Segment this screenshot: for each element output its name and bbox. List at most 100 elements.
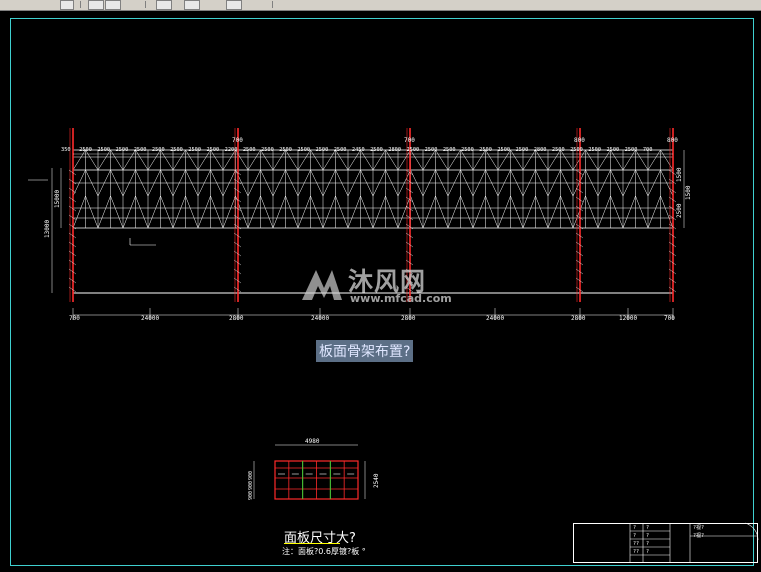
truss-diagonal <box>460 149 474 171</box>
watermark: 沐风网 www.mfcad.com <box>298 260 468 312</box>
truss-diagonal <box>647 195 661 229</box>
truss-diagonal <box>660 149 674 171</box>
top-dimension-label: 2500 <box>497 147 510 153</box>
post-top-label: 700 <box>232 137 243 144</box>
truss-diagonal <box>347 195 361 229</box>
panel-left-dimension: 900 <box>248 471 254 480</box>
truss-diagonal <box>147 195 161 229</box>
top-dimension-label: 2500 <box>606 147 619 153</box>
truss-diagonal <box>647 149 661 171</box>
top-dimension-label: 2500 <box>79 147 92 153</box>
truss-diagonal <box>310 149 324 171</box>
right-dimension-label: 1500 <box>676 167 683 182</box>
top-dimension-label: 2200 <box>225 147 238 153</box>
bottom-dimension-label: 24000 <box>486 315 504 322</box>
truss-diagonal <box>197 149 211 171</box>
top-dimension-label: 2450 <box>352 147 365 153</box>
title-block <box>573 523 758 563</box>
truss-diagonal <box>372 195 386 229</box>
truss-diagonal <box>110 149 124 171</box>
truss-diagonal <box>260 149 274 171</box>
truss-diagonal <box>622 195 636 229</box>
truss-diagonal <box>410 195 424 229</box>
truss-diagonal <box>497 149 511 171</box>
truss-diagonal <box>535 195 549 229</box>
truss-diagonal <box>522 149 536 171</box>
top-dimension-label: 2800 <box>388 147 401 153</box>
bottom-dimension-label: 2800 <box>229 315 244 322</box>
truss-diagonal <box>72 149 86 171</box>
bottom-dimension-label: 700 <box>664 315 675 322</box>
truss-diagonal <box>372 149 386 171</box>
truss-diagonal <box>272 149 286 171</box>
truss-diagonal <box>422 149 436 171</box>
truss-diagonal <box>310 195 324 229</box>
truss-diagonal <box>197 195 211 229</box>
truss-diagonal <box>447 149 461 171</box>
truss-diagonal <box>635 195 649 229</box>
truss-diagonal <box>385 195 399 229</box>
top-dimension-label: 2500 <box>134 147 147 153</box>
panel-left-dimension: 900 <box>248 481 254 490</box>
truss-diagonal <box>185 195 199 229</box>
truss-diagonal <box>435 195 449 229</box>
top-dimension-label: 350 <box>61 147 71 153</box>
truss-diagonal <box>485 149 499 171</box>
truss-diagonal <box>247 195 261 229</box>
truss-diagonal <box>210 195 224 229</box>
top-dimension-label: 2500 <box>170 147 183 153</box>
watermark-logo-icon <box>302 270 342 300</box>
truss-diagonal <box>172 149 186 171</box>
truss-diagonal <box>622 149 636 171</box>
truss-diagonal <box>460 195 474 229</box>
truss-diagonal <box>610 149 624 171</box>
panel-left-dimension: 900 <box>248 491 254 500</box>
truss-diagonal <box>535 149 549 171</box>
bottom-dimension-label: 12000 <box>619 315 637 322</box>
watermark-url: www.mfcad.com <box>350 292 452 305</box>
truss-diagonal <box>447 195 461 229</box>
top-dimension-label: 2500 <box>406 147 419 153</box>
layout-caption[interactable]: 板面骨架布置? <box>316 340 414 362</box>
truss-diagonal <box>322 195 336 229</box>
truss-diagonal <box>160 149 174 171</box>
top-dimension-label: 2500 <box>297 147 310 153</box>
truss-diagonal <box>210 149 224 171</box>
right-dimension-label: 2500 <box>676 203 683 218</box>
top-dimension-label: 2500 <box>479 147 492 153</box>
truss-diagonal <box>610 195 624 229</box>
truss-diagonal <box>547 149 561 171</box>
truss-diagonal <box>497 195 511 229</box>
top-dimension-label: 2500 <box>588 147 601 153</box>
panel-top-dimension: 4980 <box>305 438 320 445</box>
truss-diagonal <box>335 149 349 171</box>
bottom-dimension-label: 24000 <box>311 315 329 322</box>
top-dimension-label: 2500 <box>334 147 347 153</box>
truss-diagonal <box>597 149 611 171</box>
truss-diagonal <box>147 149 161 171</box>
truss-diagonal <box>285 195 299 229</box>
top-dimension-label: 2500 <box>206 147 219 153</box>
top-dimension-label: 2500 <box>152 147 165 153</box>
truss-diagonal <box>85 195 99 229</box>
top-dimension-label: 2500 <box>425 147 438 153</box>
bottom-dimension-label: 700 <box>69 315 80 322</box>
truss-diagonal <box>297 195 311 229</box>
top-dimension-label: 2500 <box>97 147 110 153</box>
truss-diagonal <box>222 195 236 229</box>
truss-diagonal <box>135 195 149 229</box>
truss-diagonal <box>410 149 424 171</box>
top-dimension-label: 2500 <box>188 147 201 153</box>
truss-diagonal <box>260 195 274 229</box>
truss-diagonal <box>635 149 649 171</box>
panel-note: 注：面板?0.6厚镀?板 ° <box>282 547 366 556</box>
truss-diagonal <box>472 195 486 229</box>
truss-diagonal <box>360 195 374 229</box>
truss-diagonal <box>297 149 311 171</box>
truss-diagonal <box>472 149 486 171</box>
truss-diagonal <box>335 195 349 229</box>
top-dimension-label: 700 <box>643 147 653 153</box>
truss-diagonal <box>585 195 599 229</box>
right-dimension-label: 1500 <box>685 185 692 200</box>
bottom-dimension-label: 2800 <box>401 315 416 322</box>
